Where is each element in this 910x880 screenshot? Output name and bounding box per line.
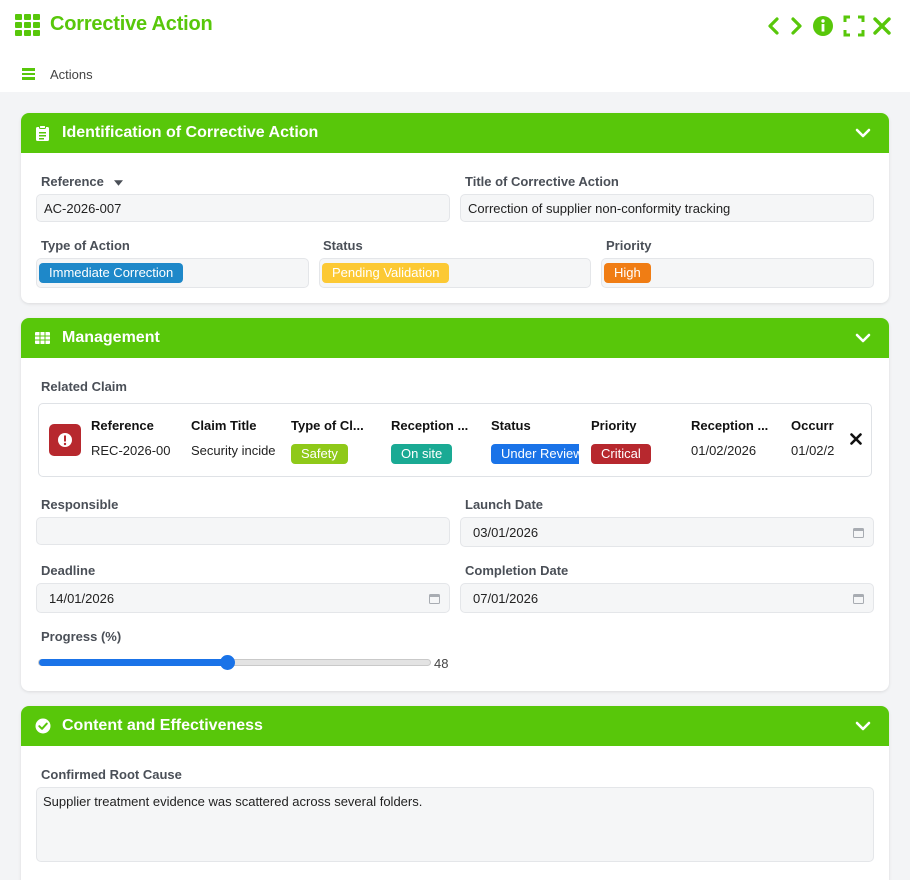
status-badge: Pending Validation xyxy=(322,263,450,283)
clipboard-icon xyxy=(35,125,50,141)
type-label: Type of Action xyxy=(41,238,130,253)
identification-panel: Identification of Corrective Action Refe… xyxy=(21,113,889,303)
progress-slider[interactable] xyxy=(38,655,431,670)
close-icon[interactable] xyxy=(871,14,893,38)
calendar-icon[interactable] xyxy=(853,527,864,538)
priority-badge: High xyxy=(604,263,651,283)
reference-label[interactable]: Reference xyxy=(41,174,123,189)
progress-thumb[interactable] xyxy=(219,655,235,670)
claim-reception-date: 01/02/2026 xyxy=(691,443,757,458)
claim-header-reception-date: Reception ... xyxy=(691,418,769,433)
progress-label: Progress (%) xyxy=(41,629,122,644)
progress-fill xyxy=(39,659,227,666)
content-title: Content and Effectiveness xyxy=(62,717,263,734)
chevron-down-icon[interactable] xyxy=(855,719,871,733)
alert-icon xyxy=(49,424,81,456)
claim-header-reference: Reference xyxy=(91,418,154,433)
identification-header[interactable]: Identification of Corrective Action xyxy=(21,113,889,153)
progress-value: 48 xyxy=(434,656,449,671)
priority-field[interactable]: High xyxy=(601,258,874,288)
responsible-field[interactable] xyxy=(36,517,450,545)
claim-occurrence-date: 01/02/2 xyxy=(791,443,835,458)
claim-header-reception: Reception ... xyxy=(391,418,469,433)
status-label: Status xyxy=(323,238,363,253)
title-field[interactable]: Correction of supplier non-conformity tr… xyxy=(460,194,874,222)
claim-header-priority: Priority xyxy=(591,418,637,433)
grid-icon xyxy=(15,14,40,37)
claim-title: Security incide xyxy=(191,443,276,458)
claim-header-type: Type of Cl... xyxy=(291,418,364,433)
calendar-icon[interactable] xyxy=(853,593,864,604)
hamburger-icon[interactable] xyxy=(22,68,35,80)
management-panel: Management Related Claim Reference Claim… xyxy=(21,318,889,691)
claim-reception-badge: On site xyxy=(391,444,453,464)
type-field[interactable]: Immediate Correction xyxy=(36,258,309,288)
completion-date-field[interactable]: 07/01/2026 xyxy=(460,583,874,613)
claim-reference: REC-2026-00 xyxy=(91,443,171,458)
claim-priority-badge: Critical xyxy=(591,444,651,464)
table-icon xyxy=(35,330,50,346)
claim-type-badge: Safety xyxy=(291,444,348,464)
reference-field[interactable]: AC-2026-007 xyxy=(36,194,450,222)
claim-header-occurrence: Occurr xyxy=(791,418,834,433)
identification-title: Identification of Corrective Action xyxy=(62,124,319,141)
prev-icon[interactable] xyxy=(763,14,785,38)
check-circle-icon xyxy=(35,718,51,734)
related-claim-row[interactable]: Reference Claim Title Type of Cl... Rece… xyxy=(38,403,872,477)
title-label: Title of Corrective Action xyxy=(465,174,619,189)
management-header[interactable]: Management xyxy=(21,318,889,358)
calendar-icon[interactable] xyxy=(429,593,440,604)
management-title: Management xyxy=(62,329,160,346)
type-badge: Immediate Correction xyxy=(39,263,184,283)
deadline-label: Deadline xyxy=(41,563,96,578)
related-claim-label: Related Claim xyxy=(41,379,127,394)
page-title: Corrective Action xyxy=(50,13,213,35)
caret-down-icon[interactable] xyxy=(113,179,123,186)
actions-bar xyxy=(0,52,910,92)
completion-date-label: Completion Date xyxy=(465,563,569,578)
expand-icon[interactable] xyxy=(843,14,865,38)
launch-date-label: Launch Date xyxy=(465,497,544,512)
root-cause-label: Confirmed Root Cause xyxy=(41,767,182,782)
content-panel: Content and Effectiveness Confirmed Root… xyxy=(21,706,889,880)
content-header[interactable]: Content and Effectiveness xyxy=(21,706,889,746)
deadline-field[interactable]: 14/01/2026 xyxy=(36,583,450,613)
root-cause-textarea[interactable]: Supplier treatment evidence was scattere… xyxy=(36,787,874,862)
claim-header-status: Status xyxy=(491,418,531,433)
next-icon[interactable] xyxy=(785,14,807,38)
chevron-down-icon[interactable] xyxy=(855,126,871,140)
status-field[interactable]: Pending Validation xyxy=(319,258,591,288)
launch-date-field[interactable]: 03/01/2026 xyxy=(460,517,874,547)
actions-menu[interactable]: Actions xyxy=(50,67,93,82)
remove-claim-icon[interactable] xyxy=(850,433,862,445)
claim-status-badge: Under Review xyxy=(491,444,579,464)
priority-label: Priority xyxy=(606,238,652,253)
info-icon[interactable] xyxy=(812,14,834,38)
chevron-down-icon[interactable] xyxy=(855,331,871,345)
window-header: Corrective Action xyxy=(0,0,910,52)
claim-header-title: Claim Title xyxy=(191,418,257,433)
responsible-label: Responsible xyxy=(41,497,119,512)
